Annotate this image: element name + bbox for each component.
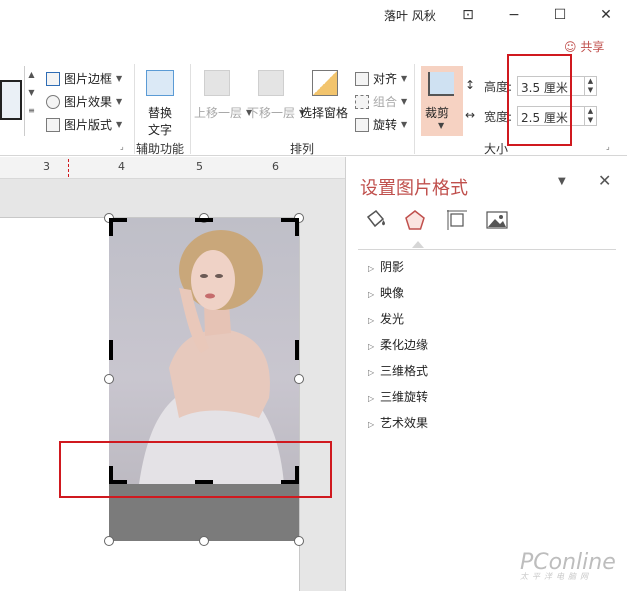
crop-button[interactable]: 裁剪 ▼ [421, 66, 463, 136]
share-button[interactable]: ☺ 共享 [564, 38, 604, 55]
bring-forward-icon [204, 70, 230, 96]
size-dialog-launcher-icon[interactable]: ⌟ [606, 142, 610, 151]
crop-handle-right[interactable] [295, 340, 299, 360]
fill-line-tab-icon[interactable] [364, 209, 386, 231]
group-button[interactable]: 组合 ▼ [355, 93, 407, 110]
selection-pane-icon [312, 70, 338, 96]
send-backward-button[interactable]: 下移一层 ▼ [247, 104, 305, 121]
effects-tab-icon[interactable] [404, 209, 426, 231]
size-highlight-box [507, 54, 572, 146]
align-icon [355, 71, 369, 86]
person-icon: ☺ [564, 40, 577, 54]
alt-text-button[interactable]: 替换 文字 [148, 104, 172, 138]
bring-forward-button[interactable]: 上移一层 ▼ [194, 104, 252, 121]
panel-title: 设置图片格式 [360, 178, 468, 199]
alt-text-icon [146, 70, 174, 96]
user-name[interactable]: 落叶 风秋 [384, 7, 436, 24]
group-label-accessibility: 辅助功能 [136, 142, 185, 156]
section-artistic-effects[interactable]: ▷ 艺术效果 [368, 414, 428, 431]
active-tab-pointer [412, 241, 424, 248]
height-icon: ↕ [465, 78, 476, 92]
ribbon-display-options-icon[interactable]: ⊡ [457, 5, 479, 25]
close-button[interactable]: ✕ [595, 5, 617, 25]
ruler-marker [68, 159, 69, 177]
picture-style-thumbnail[interactable] [0, 80, 22, 120]
rotate-icon [355, 117, 369, 132]
width-stepper[interactable]: ▲ ▼ [585, 106, 597, 126]
section-shadow[interactable]: ▷ 阴影 [368, 258, 404, 275]
resize-handle-bottom-right[interactable] [294, 536, 304, 546]
picture-border-button[interactable]: 图片边框 ▼ [46, 70, 122, 87]
dialog-launcher-icon[interactable]: ⌟ [120, 142, 124, 151]
section-3d-rotation[interactable]: ▷ 三维旋转 [368, 388, 428, 405]
gallery-scroll[interactable]: ▲ ▼ ≡ [24, 66, 38, 136]
height-stepper[interactable]: ▲ ▼ [585, 76, 597, 96]
watermark: PConline 太平洋电脑网 [520, 550, 616, 581]
group-icon [355, 94, 369, 109]
section-reflection[interactable]: ▷ 映像 [368, 284, 404, 301]
section-3d-format[interactable]: ▷ 三维格式 [368, 362, 428, 379]
effects-icon [46, 94, 60, 109]
resize-handle-right[interactable] [294, 374, 304, 384]
group-label-size: 大小 [484, 142, 509, 156]
selection-pane-button[interactable]: 选择窗格 [300, 104, 348, 121]
align-button[interactable]: 对齐 ▼ [355, 70, 407, 87]
maximize-button[interactable]: ☐ [549, 5, 571, 25]
picture-effects-button[interactable]: 图片效果 ▼ [46, 93, 122, 110]
crop-handle-top[interactable] [195, 218, 213, 222]
minimize-button[interactable]: − [503, 5, 525, 25]
panel-options-chevron-icon[interactable]: ▼ [558, 176, 566, 187]
group-label-arrange: 排列 [290, 142, 315, 156]
section-glow[interactable]: ▷ 发光 [368, 310, 404, 327]
crop-edge-highlight-box [59, 441, 332, 498]
resize-handle-left[interactable] [104, 374, 114, 384]
crop-icon [428, 72, 454, 96]
picture-tab-icon[interactable] [486, 209, 508, 231]
title-bar: 落叶 风秋 ⊡ − ☐ ✕ [0, 0, 627, 32]
picture-layout-button[interactable]: 图片版式 ▼ [46, 116, 122, 133]
size-properties-tab-icon[interactable] [446, 209, 468, 231]
resize-handle-bottom[interactable] [199, 536, 209, 546]
format-picture-panel: 设置图片格式 ▼ ✕ ▷ 阴影 ▷ 映像 ▷ 发光 ▷ 柔化边缘 ▷ 三维格式 ▷ 三维旋转… [345, 157, 627, 591]
send-backward-icon [258, 70, 284, 96]
pen-icon [46, 71, 60, 86]
section-soft-edges[interactable]: ▷ 柔化边缘 [368, 336, 428, 353]
width-icon: ↔ [465, 108, 476, 122]
panel-close-icon[interactable]: ✕ [598, 171, 611, 190]
resize-handle-bottom-left[interactable] [104, 536, 114, 546]
horizontal-ruler: 3 4 5 6 [0, 157, 345, 179]
crop-handle-left[interactable] [109, 340, 113, 360]
layout-icon [46, 117, 60, 132]
rotate-button[interactable]: 旋转 ▼ [355, 116, 407, 133]
